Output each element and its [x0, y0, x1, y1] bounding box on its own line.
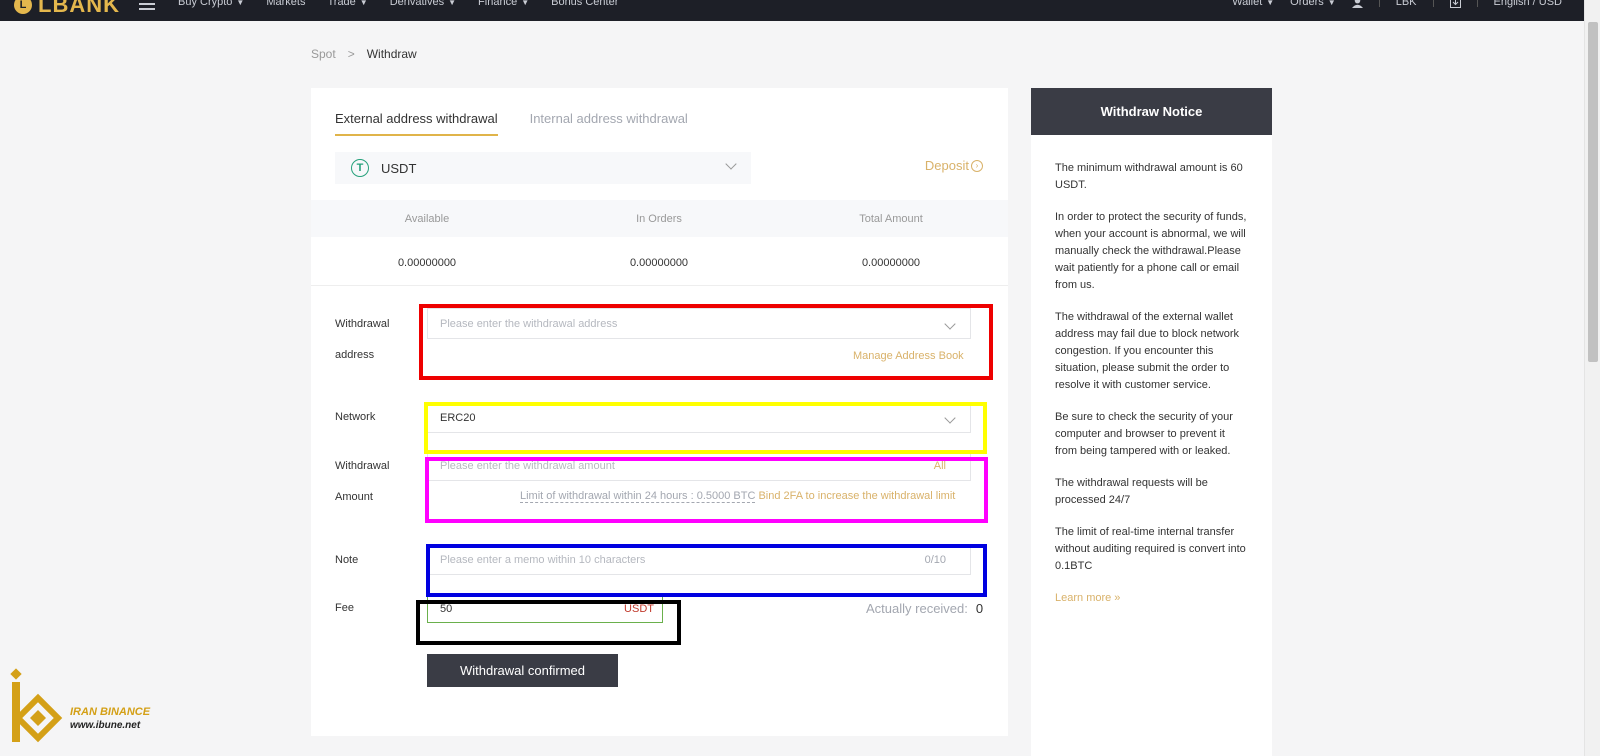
- fee-value: 50: [440, 602, 453, 615]
- header-total-amount: Total Amount: [859, 212, 923, 225]
- chevron-down-icon[interactable]: [944, 318, 956, 330]
- address-label-line1: Withdrawal: [335, 318, 390, 330]
- notice-paragraph: The withdrawal requests will be processe…: [1055, 477, 1208, 506]
- header-in-orders: In Orders: [636, 212, 682, 225]
- all-amount-link[interactable]: All: [934, 460, 946, 472]
- caret-down-icon: ▼: [521, 0, 530, 7]
- network-value: ERC20: [440, 411, 476, 424]
- nav-item-bonus-center[interactable]: Bonus Center: [551, 0, 618, 8]
- user-icon[interactable]: [1351, 0, 1363, 8]
- deposit-link[interactable]: Deposit ›: [925, 158, 983, 173]
- nav-item-trade[interactable]: Trade ▼: [327, 0, 367, 8]
- watermark-line2: www.ibune.net: [70, 720, 141, 731]
- nav-lbk[interactable]: LBK: [1396, 0, 1417, 8]
- withdraw-notice-panel: Withdraw Notice The minimum withdrawal a…: [1031, 88, 1272, 756]
- caret-down-icon: ▼: [359, 0, 368, 7]
- received-value: 0: [975, 601, 984, 616]
- address-label-line2: address: [335, 349, 375, 361]
- actually-received: Actually received: 0: [866, 601, 984, 616]
- fee-input[interactable]: 50 USDT: [427, 594, 663, 623]
- chevron-down-icon: [944, 412, 956, 424]
- notice-paragraph: The minimum withdrawal amount is 60 USDT…: [1055, 162, 1243, 191]
- nav-right: Wallet ▼ Orders ▼ LBK English / USD: [1232, 0, 1562, 8]
- nav-menu: Buy Crypto ▼ Markets Trade ▼ Derivatives ▼ …: [178, 0, 618, 8]
- hamburger-menu-icon[interactable]: [139, 0, 155, 10]
- iran-binance-watermark: IRAN BINANCE www.ibune.net: [8, 668, 158, 748]
- fee-unit: USDT: [624, 602, 654, 615]
- withdraw-card: External address withdrawal Internal add…: [311, 88, 1008, 736]
- breadcrumb: Spot > Withdraw: [311, 47, 417, 61]
- balance-header-row: Available In Orders Total Amount: [311, 200, 1008, 237]
- notice-body: The minimum withdrawal amount is 60 USDT…: [1031, 135, 1272, 607]
- iran-binance-logo-icon: [10, 668, 63, 743]
- note-char-counter: 0/10: [924, 553, 946, 566]
- watermark-line1: IRAN BINANCE: [70, 706, 151, 718]
- nav-item-buy-crypto[interactable]: Buy Crypto ▼: [178, 0, 244, 8]
- withdrawal-amount-input[interactable]: Please enter the withdrawal amount All: [427, 450, 971, 481]
- nav-separator: [1476, 0, 1478, 7]
- breadcrumb-current: Withdraw: [366, 47, 417, 61]
- value-in-orders: 0.00000000: [629, 256, 689, 269]
- network-select[interactable]: ERC20: [427, 402, 971, 433]
- bind-2fa-link[interactable]: Bind 2FA to increase the withdrawal limi…: [758, 490, 955, 502]
- network-label: Network: [335, 411, 376, 423]
- note-label: Note: [335, 554, 359, 566]
- amount-label-line2: Amount: [335, 491, 373, 503]
- withdrawal-limit-info: Limit of withdrawal within 24 hours : 0.…: [520, 490, 956, 503]
- manage-address-book-link[interactable]: Manage Address Book: [853, 350, 964, 362]
- coin-select[interactable]: T USDT: [335, 152, 751, 184]
- caret-down-icon: ▼: [448, 0, 457, 7]
- caret-down-icon: ▼: [1327, 0, 1336, 7]
- caret-down-icon: ▼: [236, 0, 245, 7]
- withdraw-tabs: External address withdrawal Internal add…: [335, 111, 688, 136]
- notice-paragraph: In order to protect the security of fund…: [1055, 211, 1247, 291]
- withdrawal-address-input[interactable]: Please enter the withdrawal address: [427, 308, 971, 339]
- nav-language[interactable]: English / USD: [1494, 0, 1562, 8]
- chevron-down-icon: [725, 158, 737, 170]
- tab-external-address[interactable]: External address withdrawal: [335, 111, 498, 136]
- nav-separator: [1432, 0, 1434, 7]
- learn-more-link[interactable]: Learn more »: [1055, 590, 1248, 607]
- balance-values-row: 0.00000000 0.00000000 0.00000000: [311, 240, 1008, 286]
- notice-paragraph: The limit of real-time internal transfer…: [1055, 526, 1246, 572]
- value-total-amount: 0.00000000: [861, 256, 921, 269]
- note-input[interactable]: Please enter a memo within 10 characters…: [427, 544, 971, 575]
- nav-item-markets[interactable]: Markets: [266, 0, 305, 8]
- circle-arrow-icon: ›: [971, 159, 983, 172]
- tab-internal-address[interactable]: Internal address withdrawal: [530, 111, 688, 136]
- caret-down-icon: ▼: [1266, 0, 1275, 7]
- header-available: Available: [404, 212, 450, 225]
- nav-wallet[interactable]: Wallet ▼: [1232, 0, 1274, 8]
- fee-label: Fee: [335, 602, 354, 614]
- nav-item-finance[interactable]: Finance ▼: [478, 0, 529, 8]
- nav-separator: [1378, 0, 1380, 7]
- notice-paragraph: Be sure to check the security of your co…: [1055, 411, 1233, 457]
- scrollbar-thumb[interactable]: [1588, 22, 1598, 362]
- amount-label-line1: Withdrawal: [335, 460, 390, 472]
- breadcrumb-arrow-icon: >: [347, 47, 355, 61]
- withdrawal-confirm-button[interactable]: Withdrawal confirmed: [427, 654, 618, 687]
- logo-text: LBANK: [38, 0, 120, 17]
- page-scrollbar[interactable]: [1584, 0, 1600, 756]
- top-navbar: L LBANK Buy Crypto ▼ Markets Trade ▼ Deriv…: [0, 0, 1584, 21]
- usdt-coin-icon: T: [351, 159, 369, 177]
- nav-orders[interactable]: Orders ▼: [1290, 0, 1336, 8]
- lbank-logo[interactable]: L LBANK: [14, 0, 120, 19]
- notice-paragraph: The withdrawal of the external wallet ad…: [1055, 311, 1240, 391]
- breadcrumb-spot[interactable]: Spot: [311, 47, 336, 61]
- notice-title: Withdraw Notice: [1031, 88, 1272, 135]
- value-available: 0.00000000: [397, 256, 457, 269]
- coin-name: USDT: [381, 160, 417, 176]
- logo-mark-icon: L: [14, 0, 32, 14]
- nav-item-derivatives[interactable]: Derivatives ▼: [390, 0, 456, 8]
- download-icon[interactable]: [1449, 0, 1461, 8]
